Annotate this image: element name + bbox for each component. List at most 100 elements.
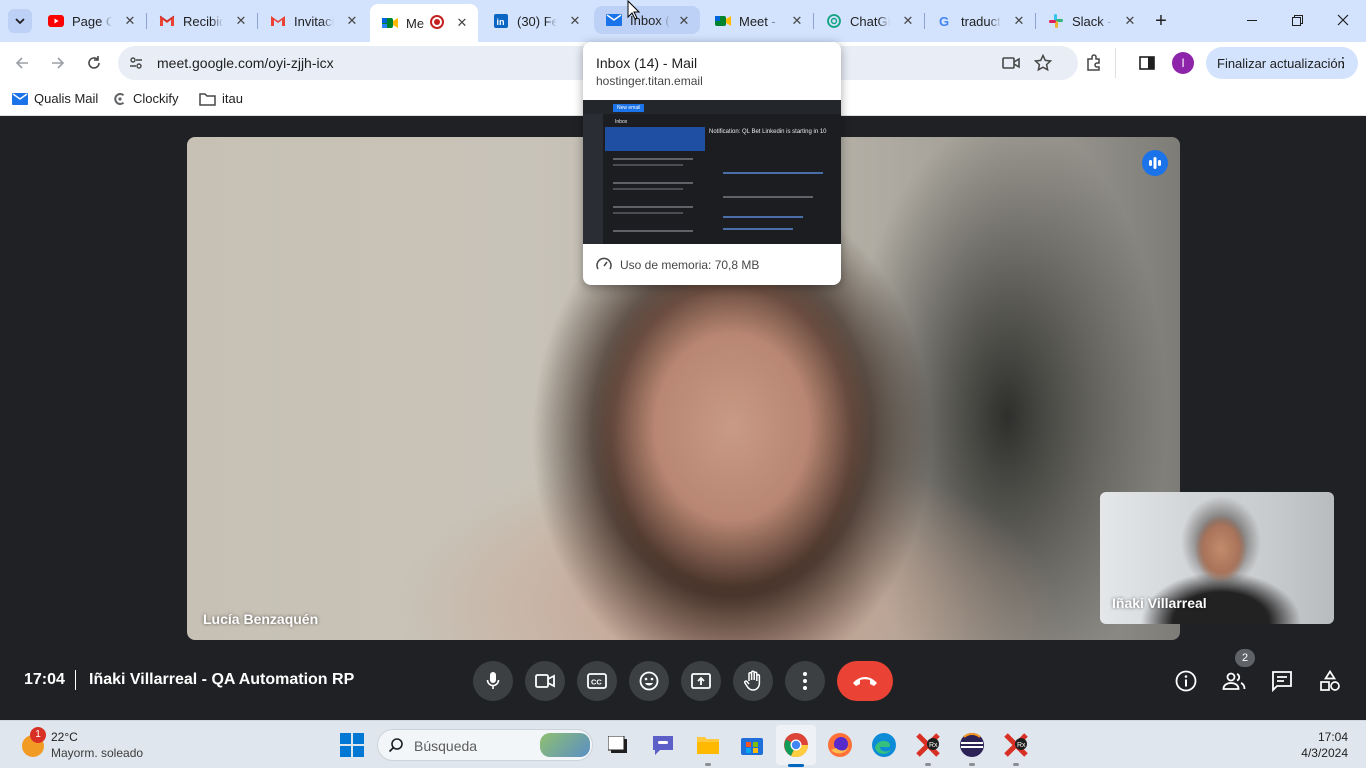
restore-button[interactable]: [1283, 8, 1311, 32]
hover-card-thumbnail: New email Inbox Notification: QL Bet Lin…: [583, 100, 841, 244]
gmail-icon: [270, 13, 286, 29]
close-icon[interactable]: ✕: [344, 13, 360, 29]
close-icon[interactable]: ✕: [676, 13, 692, 29]
close-icon[interactable]: ✕: [122, 13, 138, 29]
meet-icon: [382, 15, 398, 31]
firefox-icon: [828, 733, 852, 757]
close-icon[interactable]: ✕: [789, 13, 805, 29]
tab-label: Page Ol: [72, 13, 112, 29]
tab-label: traduct: [961, 13, 1001, 29]
mouse-pointer-icon: [627, 0, 641, 20]
minimize-button[interactable]: [1238, 8, 1266, 32]
raise-hand-button[interactable]: [733, 661, 773, 701]
search-highlight-image: [540, 733, 590, 757]
firefox-button[interactable]: [826, 731, 854, 759]
hover-card-domain: hostinger.titan.email: [596, 74, 703, 88]
back-button[interactable]: [10, 51, 34, 75]
weather-description[interactable]: Mayorm. soleado: [51, 746, 143, 760]
app-rx-button-1[interactable]: Rx: [914, 731, 942, 759]
camera-icon[interactable]: [1002, 55, 1020, 76]
app-rx-button-2[interactable]: Rx: [1002, 731, 1030, 759]
info-icon: [1175, 670, 1197, 692]
reactions-button[interactable]: [629, 661, 669, 701]
site-info-icon[interactable]: [128, 55, 144, 76]
reload-icon: [88, 56, 100, 69]
start-button[interactable]: [338, 731, 366, 759]
tab-search-button[interactable]: [8, 9, 32, 33]
close-icon[interactable]: ✕: [900, 13, 916, 29]
reload-button[interactable]: [82, 51, 106, 75]
tab-meet-active[interactable]: Me ✕: [370, 4, 478, 42]
taskbar-search[interactable]: Búsqueda: [377, 729, 593, 761]
edge-button[interactable]: [870, 731, 898, 759]
hover-card-title: Inbox (14) - Mail: [596, 55, 698, 71]
clock-time[interactable]: 17:04: [1318, 730, 1348, 744]
tab-linkedin[interactable]: in (30) Fe ✕: [481, 6, 591, 36]
chevron-down-icon: [15, 18, 25, 25]
weather-temperature[interactable]: 22°C: [51, 730, 78, 744]
folder-icon: [697, 737, 719, 754]
svg-text:CC: CC: [591, 678, 602, 687]
chat-button[interactable]: [1264, 663, 1300, 699]
teams-chat-button[interactable]: [649, 731, 677, 759]
tab-inbox-mail[interactable]: Inbox ( ✕: [594, 6, 700, 34]
close-icon[interactable]: ✕: [1122, 13, 1138, 29]
store-button[interactable]: [738, 731, 766, 759]
tab-chatgpt[interactable]: ChatGP ✕: [814, 6, 924, 36]
new-tab-button[interactable]: +: [1150, 10, 1172, 32]
file-explorer-button[interactable]: [694, 731, 722, 759]
activities-button[interactable]: [1312, 663, 1348, 699]
tab-label: (30) Fe: [517, 13, 557, 29]
present-screen-button[interactable]: [681, 661, 721, 701]
task-view-icon: [608, 736, 627, 753]
side-panel-button[interactable]: [1135, 51, 1159, 75]
chrome-icon: [784, 733, 809, 758]
update-button[interactable]: Finalizar actualización ⋮: [1206, 47, 1358, 79]
captions-button[interactable]: CC: [577, 661, 617, 701]
clock-date[interactable]: 4/3/2024: [1301, 746, 1348, 760]
tab-gmail-invitacion[interactable]: Invitaci ✕: [258, 6, 368, 36]
close-icon[interactable]: ✕: [1011, 13, 1027, 29]
microphone-button[interactable]: [473, 661, 513, 701]
chrome-button[interactable]: [782, 731, 810, 759]
bookmark-folder-itau[interactable]: itau: [199, 91, 243, 106]
close-icon: [1337, 14, 1349, 26]
self-video-tile[interactable]: Iñaki Villarreal: [1100, 492, 1334, 624]
thumbnail-new-email: New email: [613, 104, 645, 112]
update-button-label: Finalizar actualización: [1217, 55, 1345, 71]
close-icon[interactable]: ✕: [233, 13, 249, 29]
weather-widget[interactable]: 1: [20, 727, 46, 757]
task-view-button[interactable]: [604, 731, 632, 759]
eclipse-button[interactable]: [958, 731, 986, 759]
star-icon[interactable]: [1033, 53, 1053, 77]
camera-button[interactable]: [525, 661, 565, 701]
close-icon[interactable]: ✕: [454, 15, 470, 31]
participants-count-badge: 2: [1235, 649, 1255, 667]
bookmark-clockify[interactable]: Clockify: [113, 91, 179, 106]
thumbnail-subject: Notification: QL Bet Linkedin is startin…: [709, 129, 827, 135]
self-participant-name: Iñaki Villarreal: [1112, 595, 1207, 611]
windows-taskbar: 1 22°C Mayorm. soleado Búsqueda Rx Rx 17…: [0, 720, 1366, 768]
tab-traductor[interactable]: G traduct ✕: [925, 6, 1035, 36]
people-button[interactable]: 2: [1216, 649, 1255, 699]
closed-captions-icon: CC: [587, 673, 607, 689]
gmail-icon: [159, 13, 175, 29]
close-window-button[interactable]: [1329, 8, 1357, 32]
xmind-icon: Rx: [1004, 733, 1028, 757]
tab-slack[interactable]: Slack - ✕: [1036, 6, 1146, 36]
tab-gmail-recibidos[interactable]: Recibid ✕: [147, 6, 257, 36]
store-icon: [741, 738, 763, 755]
leave-call-button[interactable]: [837, 661, 893, 701]
close-icon[interactable]: ✕: [567, 13, 583, 29]
more-options-button[interactable]: [785, 661, 825, 701]
clockify-icon: [113, 92, 127, 106]
tab-meet[interactable]: Meet - ✕: [703, 6, 813, 36]
url-text[interactable]: meet.google.com/oyi-zjjh-icx: [157, 55, 334, 71]
profile-avatar[interactable]: I: [1172, 52, 1194, 74]
meeting-info-button[interactable]: [1168, 663, 1204, 699]
bookmark-qualis-mail[interactable]: Qualis Mail: [12, 91, 98, 106]
extensions-button[interactable]: [1082, 51, 1106, 75]
tab-youtube[interactable]: Page Ol ✕: [36, 6, 146, 36]
forward-button[interactable]: [46, 51, 70, 75]
hover-card-memory: Uso de memoria: 70,8 MB: [620, 258, 760, 272]
